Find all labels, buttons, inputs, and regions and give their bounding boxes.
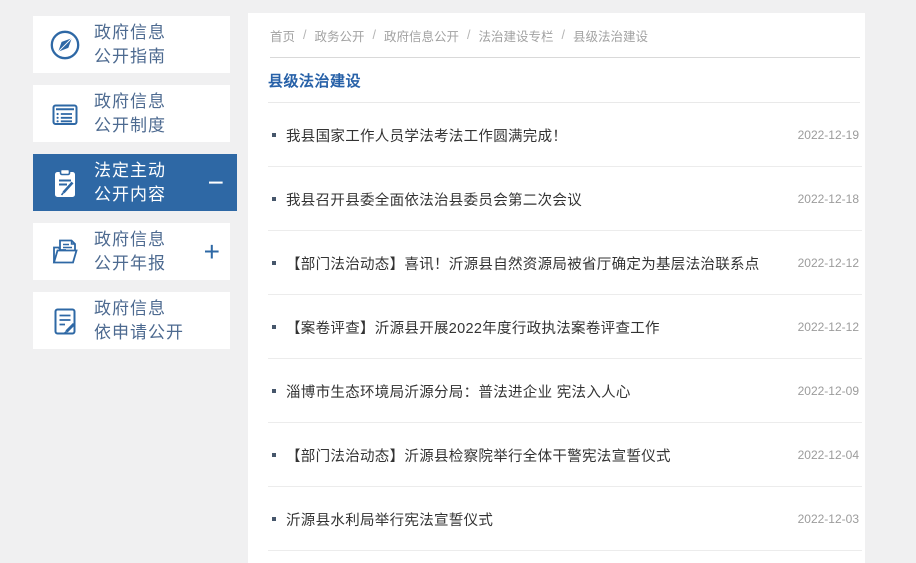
article-row[interactable]: 沂源县水利局举行宪法宣誓仪式 2022-12-03 [248, 487, 865, 551]
article-title[interactable]: 淄博市生态环境局沂源分局：普法进企业 宪法入人心 [286, 381, 784, 402]
article-title[interactable]: 【案卷评查】沂源县开展2022年度行政执法案卷评查工作 [286, 317, 784, 338]
sidebar-item-label: 政府信息 公开指南 [94, 22, 166, 66]
article-list: 我县国家工作人员学法考法工作圆满完成！ 2022-12-19 我县召开县委全面依… [248, 103, 865, 551]
list-document-icon [45, 94, 85, 134]
sidebar-item-active-disclosure[interactable]: 法定主动 公开内容 − [33, 154, 237, 211]
bullet-icon [272, 261, 276, 265]
compass-icon [45, 25, 85, 65]
page-title: 县级法治建设 [268, 72, 362, 90]
sidebar-item-guide[interactable]: 政府信息 公开指南 [33, 16, 230, 73]
article-date: 2022-12-12 [797, 256, 859, 270]
sidebar-item-label: 政府信息 公开制度 [94, 91, 166, 135]
article-row[interactable]: 【部门法治动态】喜讯！沂源县自然资源局被省厅确定为基层法治联系点 2022-12… [248, 231, 865, 295]
content-panel: 首页 / 政务公开 / 政府信息公开 / 法治建设专栏 / 县级法治建设 县级法… [248, 13, 865, 563]
breadcrumb: 首页 / 政务公开 / 政府信息公开 / 法治建设专栏 / 县级法治建设 [270, 13, 860, 58]
sidebar-item-annual-report[interactable]: 政府信息 公开年报 + [33, 223, 230, 280]
article-date: 2022-12-18 [797, 192, 859, 206]
article-date: 2022-12-19 [797, 128, 859, 142]
breadcrumb-item-gov-info[interactable]: 政府信息公开 [384, 26, 459, 45]
expand-toggle[interactable]: + [204, 237, 220, 266]
article-date: 2022-12-12 [797, 320, 859, 334]
article-title[interactable]: 我县国家工作人员学法考法工作圆满完成！ [286, 125, 784, 146]
folder-document-icon [45, 232, 85, 272]
bullet-icon [272, 517, 276, 521]
article-title[interactable]: 沂源县水利局举行宪法宣誓仪式 [286, 509, 784, 530]
breadcrumb-separator: / [467, 28, 471, 42]
breadcrumb-separator: / [372, 28, 376, 42]
page-title-row: 县级法治建设 [268, 58, 860, 103]
breadcrumb-item-home[interactable]: 首页 [270, 26, 295, 45]
sidebar-item-label: 法定主动 公开内容 [94, 160, 166, 204]
sidebar-item-label: 政府信息 依申请公开 [94, 298, 184, 342]
clipboard-pen-icon [45, 163, 85, 203]
document-pen-icon [45, 301, 85, 341]
sidebar-item-label: 政府信息 公开年报 [94, 229, 166, 273]
article-title[interactable]: 我县召开县委全面依法治县委员会第二次会议 [286, 189, 784, 210]
bullet-icon [272, 325, 276, 329]
article-row[interactable]: 淄博市生态环境局沂源分局：普法进企业 宪法入人心 2022-12-09 [248, 359, 865, 423]
bullet-icon [272, 389, 276, 393]
article-date: 2022-12-04 [797, 448, 859, 462]
breadcrumb-separator: / [303, 28, 307, 42]
bullet-icon [272, 197, 276, 201]
breadcrumb-item-gov-affairs[interactable]: 政务公开 [315, 26, 365, 45]
article-date: 2022-12-03 [797, 512, 859, 526]
article-title[interactable]: 【部门法治动态】喜讯！沂源县自然资源局被省厅确定为基层法治联系点 [286, 253, 784, 274]
article-row[interactable]: 【部门法治动态】沂源县检察院举行全体干警宪法宣誓仪式 2022-12-04 [248, 423, 865, 487]
article-row[interactable]: 我县召开县委全面依法治县委员会第二次会议 2022-12-18 [248, 167, 865, 231]
article-row[interactable]: 【案卷评查】沂源县开展2022年度行政执法案卷评查工作 2022-12-12 [248, 295, 865, 359]
bullet-icon [272, 133, 276, 137]
article-title[interactable]: 【部门法治动态】沂源县检察院举行全体干警宪法宣誓仪式 [286, 445, 784, 466]
breadcrumb-item-current: 县级法治建设 [573, 29, 649, 44]
article-row[interactable]: 我县国家工作人员学法考法工作圆满完成！ 2022-12-19 [248, 103, 865, 167]
bullet-icon [272, 453, 276, 457]
collapse-toggle[interactable]: − [208, 168, 224, 197]
article-date: 2022-12-09 [797, 384, 859, 398]
breadcrumb-separator: / [561, 28, 565, 42]
sidebar-item-system[interactable]: 政府信息 公开制度 [33, 85, 230, 142]
sidebar: 政府信息 公开指南 政府信息 公开制度 法定主动 公开内容 − 政府信息 公开年… [33, 16, 237, 361]
sidebar-item-application-disclosure[interactable]: 政府信息 依申请公开 [33, 292, 230, 349]
breadcrumb-item-rule-of-law[interactable]: 法治建设专栏 [479, 26, 554, 45]
